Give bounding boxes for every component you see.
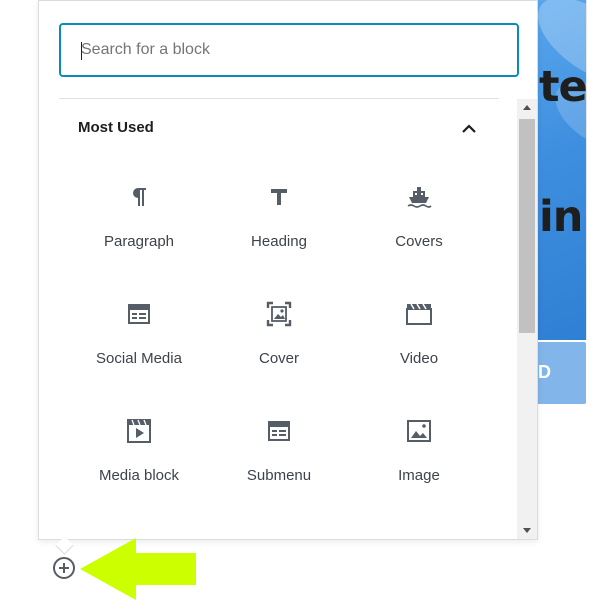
ship-icon xyxy=(405,183,433,211)
add-block-button[interactable] xyxy=(52,556,76,580)
highlight-arrow-icon xyxy=(80,538,196,600)
scroll-down-arrow-icon[interactable] xyxy=(523,528,531,533)
panel-title: Most Used xyxy=(78,119,154,136)
block-label: Submenu xyxy=(246,467,312,484)
block-covers[interactable]: Covers xyxy=(349,161,489,278)
block-label: Video xyxy=(399,350,439,367)
block-media-block[interactable]: Media block xyxy=(69,395,209,512)
block-label: Covers xyxy=(395,233,443,250)
search-input[interactable] xyxy=(81,25,501,75)
block-label: Social Media xyxy=(96,350,182,367)
hero-heading-fragment: te xyxy=(539,62,586,112)
block-social-media[interactable]: Social Media xyxy=(69,278,209,395)
block-submenu[interactable]: Submenu xyxy=(209,395,349,512)
background-cta-label: D xyxy=(538,362,551,382)
hero-heading-fragment: in xyxy=(539,192,583,242)
heading-icon xyxy=(265,183,293,211)
block-label: Heading xyxy=(251,233,307,250)
cover-image-icon xyxy=(265,300,293,328)
scrollbar-thumb[interactable] xyxy=(519,119,535,333)
search-box[interactable] xyxy=(59,23,519,77)
block-list-scroll-area[interactable]: Most Used Paragraph Heading Covers Socia… xyxy=(39,99,537,539)
video-icon xyxy=(405,300,433,328)
block-paragraph[interactable]: Paragraph xyxy=(69,161,209,278)
block-image[interactable]: Image xyxy=(349,395,489,512)
most-used-panel-header[interactable]: Most Used xyxy=(78,119,480,139)
block-cover[interactable]: Cover xyxy=(209,278,349,395)
image-icon xyxy=(405,417,433,445)
block-label: Paragraph xyxy=(103,233,175,250)
block-label: Cover xyxy=(258,350,299,367)
scroll-up-arrow-icon[interactable] xyxy=(523,105,531,110)
block-heading[interactable]: Heading xyxy=(209,161,349,278)
table-layout-icon xyxy=(125,300,153,328)
block-inserter-popover: Most Used Paragraph Heading xyxy=(38,0,538,540)
paragraph-icon xyxy=(125,183,153,211)
media-play-icon xyxy=(125,417,153,445)
vertical-scrollbar[interactable] xyxy=(517,99,537,539)
block-label: Media block xyxy=(98,467,180,484)
chevron-up-icon[interactable] xyxy=(458,117,480,139)
block-label: Image xyxy=(398,467,440,484)
background-divider xyxy=(586,0,587,340)
block-video[interactable]: Video xyxy=(349,278,489,395)
table-layout-icon xyxy=(265,417,293,445)
block-grid: Paragraph Heading Covers Social Media Co… xyxy=(69,161,489,512)
plus-circle-icon xyxy=(53,557,75,579)
